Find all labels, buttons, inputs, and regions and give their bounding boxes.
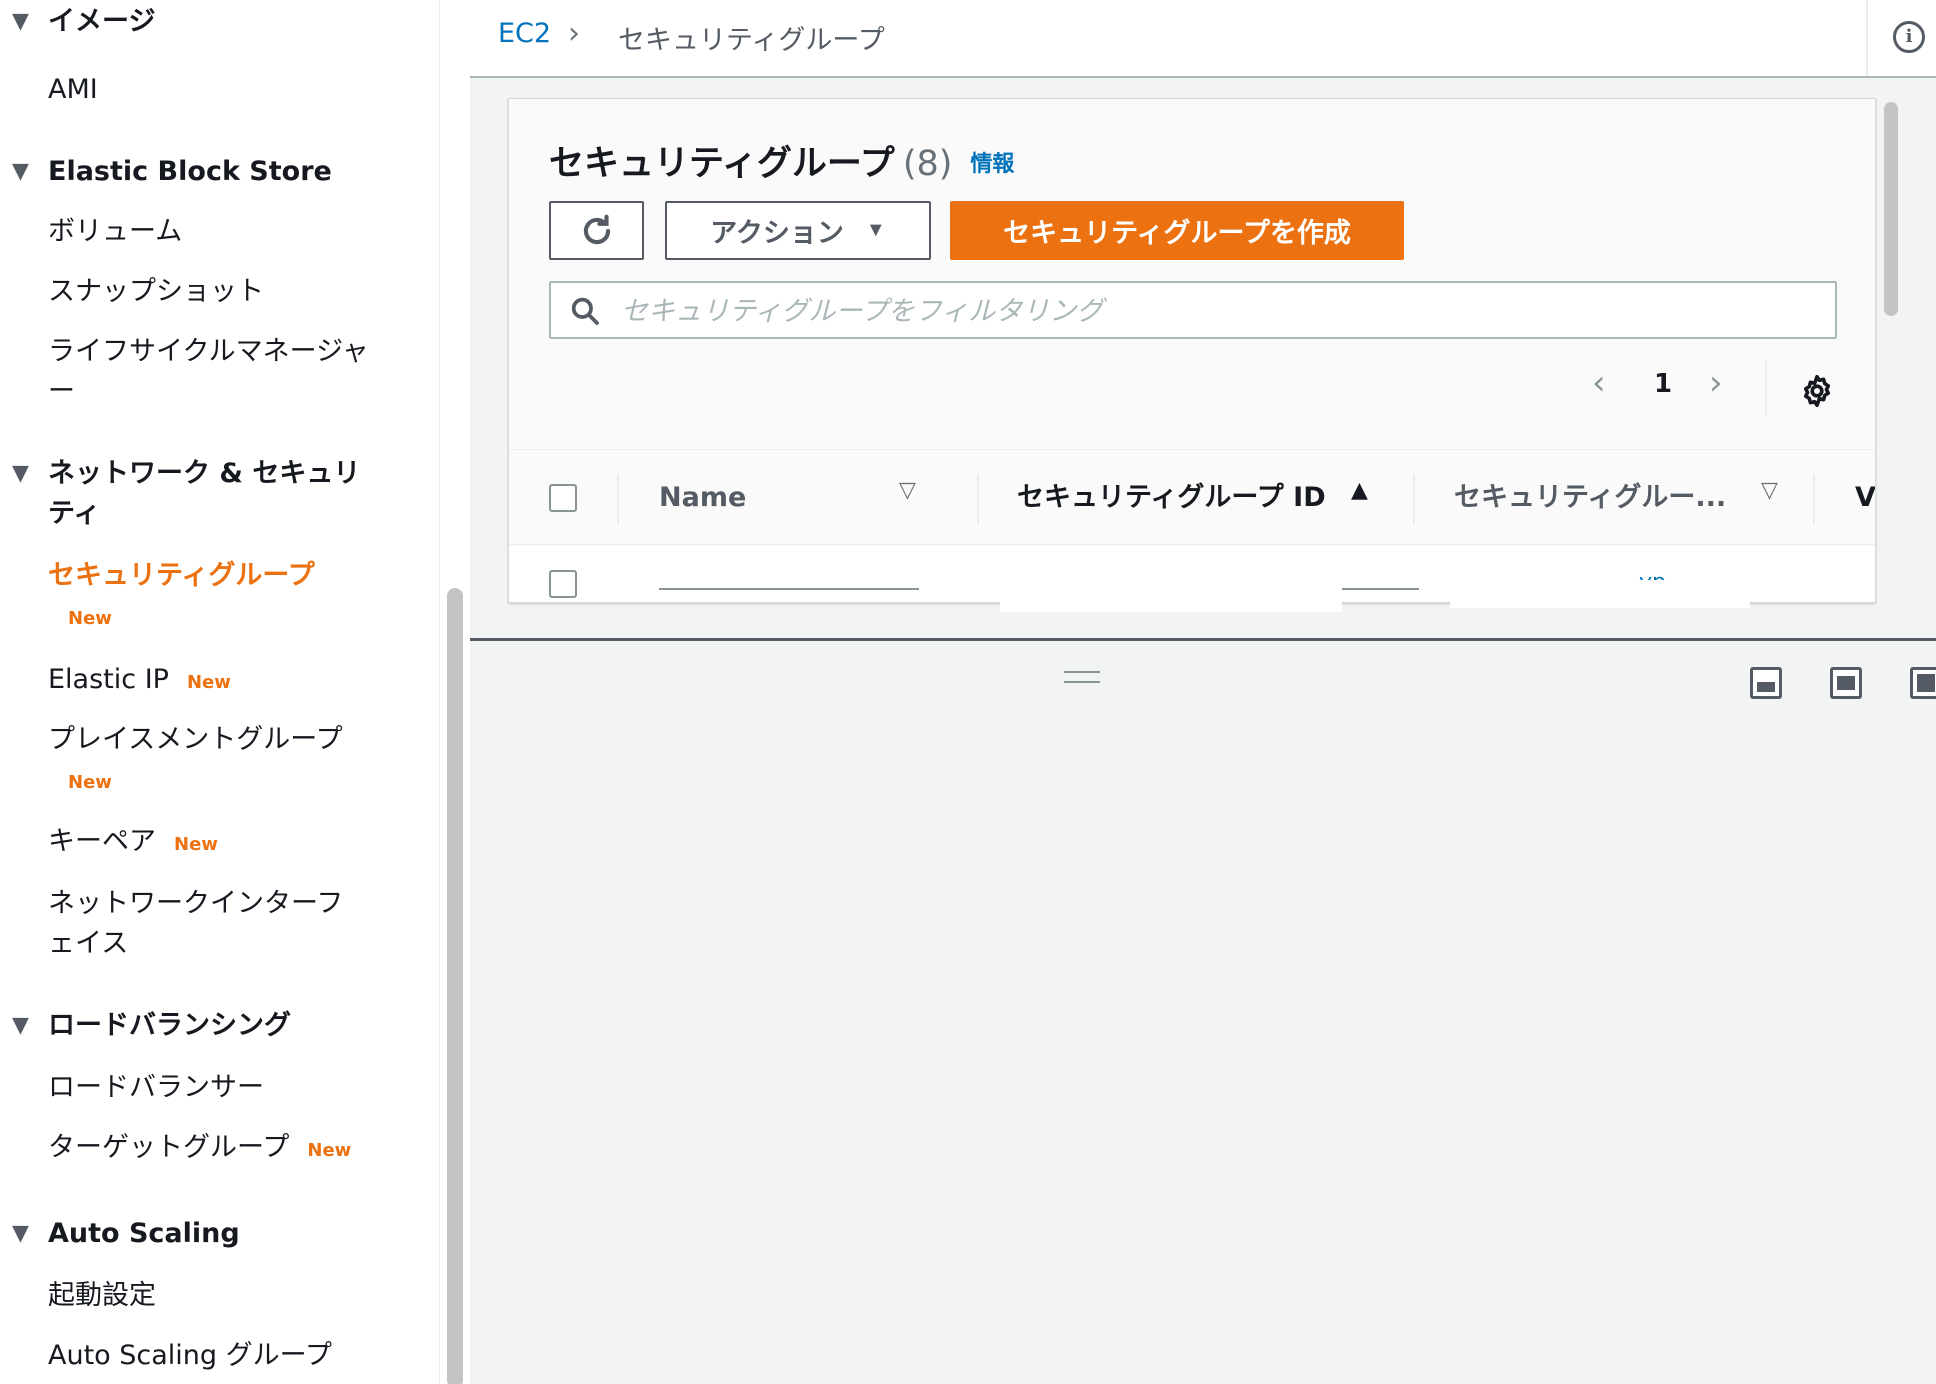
content-scrollbar-thumb[interactable] — [1884, 102, 1898, 316]
breadcrumb-bar: EC2 › セキュリティグループ i — [470, 0, 1936, 78]
icon-fill — [1837, 676, 1855, 690]
refresh-icon — [583, 214, 610, 244]
icon-fill — [1757, 682, 1775, 692]
chevron-left-icon[interactable]: ‹ — [1592, 363, 1606, 403]
icon-fill — [1917, 674, 1935, 692]
column-header-name[interactable]: Name — [659, 480, 746, 516]
item-count: (8) — [902, 144, 953, 184]
sidebar-section-auto-scaling[interactable]: ▼ Auto Scaling — [12, 1214, 388, 1254]
column-divider — [977, 474, 979, 524]
sidebar-section-network-security[interactable]: ▼ ネットワーク & セキュリティ — [12, 454, 378, 534]
sidebar-item-target-groups[interactable]: ターゲットグループ New — [48, 1128, 428, 1171]
refresh-button[interactable] — [549, 201, 644, 260]
filter-box — [549, 281, 1837, 339]
split-bottom-icon[interactable] — [1750, 667, 1782, 699]
drag-handle-icon[interactable] — [1064, 671, 1100, 683]
sidebar-item-elastic-ip[interactable]: Elastic IP New — [48, 660, 388, 703]
breadcrumb-ec2-link[interactable]: EC2 — [498, 18, 551, 49]
create-security-group-button[interactable]: セキュリティグループを作成 — [950, 201, 1404, 260]
filter-input[interactable] — [621, 291, 1801, 331]
sidebar-item-key-pairs[interactable]: キーペア New — [48, 822, 388, 865]
actions-dropdown-button[interactable]: アクション ▼ — [665, 201, 931, 260]
info-icon[interactable]: i — [1893, 21, 1925, 53]
details-pane — [470, 641, 1936, 1384]
sidebar-item-lifecycle-manager[interactable]: ライフサイクルマネージャー — [48, 332, 378, 412]
column-header-vpc[interactable]: VI — [1855, 480, 1875, 516]
caret-down-icon: ▼ — [12, 1013, 29, 1038]
sidebar-section-images[interactable]: ▼ イメージ — [12, 2, 388, 42]
sidebar-item-placement-groups[interactable]: プレイスメントグループ — [48, 720, 388, 760]
split-full-icon[interactable] — [1910, 667, 1936, 699]
column-header-security-group-id[interactable]: セキュリティグループ ID — [1017, 480, 1326, 516]
sidebar-item-volumes[interactable]: ボリューム — [48, 212, 388, 252]
sidebar-item-label: Elastic IP — [48, 664, 169, 695]
sort-icon[interactable]: ▽ — [899, 478, 916, 503]
new-badge: New — [186, 672, 231, 693]
search-icon — [571, 297, 599, 325]
actions-label: アクション — [710, 218, 844, 248]
cell-name — [659, 588, 919, 590]
new-badge: New — [68, 608, 112, 629]
page-title: セキュリティグループ (8) 情報 — [549, 135, 1014, 186]
redaction — [1000, 580, 1342, 612]
cell-group-name — [1339, 588, 1419, 590]
caret-down-icon: ▼ — [12, 159, 29, 184]
divider — [1765, 361, 1767, 417]
sidebar-section-ebs[interactable]: ▼ Elastic Block Store — [12, 152, 388, 192]
sidebar-section-load-balancing[interactable]: ▼ ロードバランシング — [12, 1006, 388, 1046]
security-groups-panel: セキュリティグループ(8) 情報 アクション ▼ セキュリティグループを作成 ‹ 1… — [508, 98, 1876, 603]
chevron-right-icon: › — [568, 16, 580, 51]
column-divider — [1413, 474, 1415, 524]
select-all-checkbox[interactable] — [549, 484, 577, 512]
caret-down-icon: ▼ — [12, 1221, 29, 1246]
sidebar-scrollbar-thumb[interactable] — [447, 588, 463, 1384]
sidebar-item-label: ターゲットグループ — [48, 1132, 290, 1163]
breadcrumb-current: セキュリティグループ — [618, 25, 885, 56]
sidebar-item-load-balancers[interactable]: ロードバランサー — [48, 1068, 388, 1108]
page-number[interactable]: 1 — [1654, 369, 1672, 399]
row-checkbox[interactable] — [549, 570, 577, 598]
new-badge: New — [174, 834, 218, 855]
chevron-right-icon[interactable]: › — [1709, 363, 1723, 403]
sidebar-item-network-interfaces[interactable]: ネットワークインターフェイス — [48, 884, 368, 964]
column-divider — [1813, 474, 1815, 524]
column-divider — [617, 474, 619, 524]
sidebar-item-auto-scaling-groups[interactable]: Auto Scaling グループ — [48, 1336, 388, 1376]
sidebar: ▼ イメージ AMI ▼ Elastic Block Store ボリューム ス… — [0, 0, 440, 1384]
caret-down-icon: ▼ — [12, 9, 29, 34]
main-content: セキュリティグループ(8) 情報 アクション ▼ セキュリティグループを作成 ‹ 1… — [470, 80, 1936, 638]
table-header: Name ▽ セキュリティグループ ID ▲ セキュリティグルー... ▽ VI — [509, 449, 1875, 545]
sidebar-item-snapshots[interactable]: スナップショット — [48, 272, 388, 312]
gear-icon[interactable] — [1799, 373, 1835, 409]
caret-down-icon: ▼ — [12, 461, 29, 486]
sort-icon[interactable]: ▽ — [1761, 478, 1778, 503]
panel-title-text: セキュリティグループ — [549, 144, 895, 184]
column-header-security-group-name[interactable]: セキュリティグルー... — [1454, 480, 1726, 516]
sidebar-item-security-groups[interactable]: セキュリティグループ — [48, 556, 388, 596]
new-badge: New — [68, 772, 112, 793]
divider — [1866, 0, 1868, 76]
sidebar-item-label: キーペア — [48, 826, 156, 857]
sidebar-item-launch-configurations[interactable]: 起動設定 — [48, 1276, 388, 1316]
new-badge: New — [307, 1140, 352, 1161]
caret-down-icon: ▼ — [865, 219, 886, 241]
sidebar-item-ami[interactable]: AMI — [48, 70, 388, 110]
info-link[interactable]: 情報 — [970, 152, 1014, 177]
redaction — [1450, 580, 1750, 608]
split-center-icon[interactable] — [1830, 667, 1862, 699]
sort-ascending-icon[interactable]: ▲ — [1351, 478, 1368, 503]
